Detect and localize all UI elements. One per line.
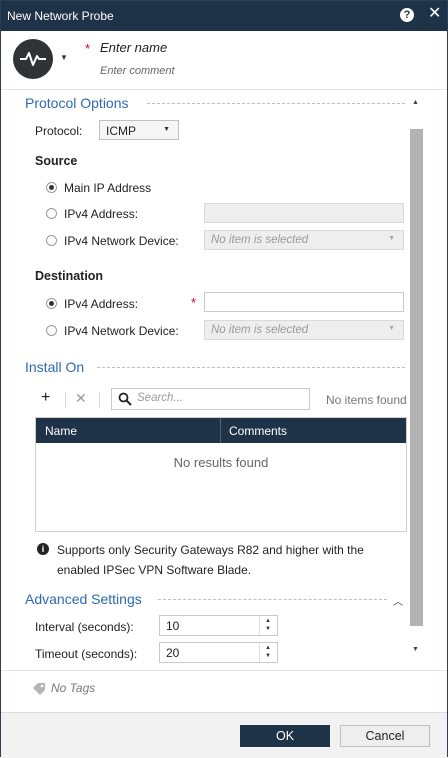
install-on-table: Name Comments No results found (35, 417, 407, 532)
source-device-placeholder: No item is selected (211, 234, 309, 246)
chevron-down-icon: ▼ (163, 126, 170, 133)
table-header: Name Comments (36, 418, 406, 443)
section-divider (147, 103, 405, 104)
destination-network-device-select[interactable]: No item is selected ▼ (204, 320, 404, 340)
search-placeholder: Search... (137, 392, 184, 404)
scroll-content: Protocol Options Protocol: ICMP ▼ Source… (1, 90, 447, 670)
destination-device-placeholder: No item is selected (211, 324, 309, 336)
column-header-name[interactable]: Name (45, 424, 77, 438)
source-ipv4-address-radio[interactable] (46, 208, 57, 219)
destination-ipv4-address-radio[interactable] (46, 298, 57, 309)
tags-text: No Tags (51, 681, 96, 695)
toolbar-separator (65, 392, 66, 408)
required-mark: * (191, 295, 197, 310)
cancel-button[interactable]: Cancel (340, 725, 430, 747)
toolbar-separator (99, 392, 100, 408)
caret-down-icon[interactable]: ▼ (265, 653, 271, 659)
destination-network-device-label: IPv4 Network Device: (64, 324, 179, 338)
source-network-device-label: IPv4 Network Device: (64, 234, 179, 248)
caret-up-icon[interactable]: ▲ (265, 618, 271, 624)
protocol-label: Protocol: (35, 124, 83, 138)
interval-label: Interval (seconds): (35, 620, 134, 634)
source-title: Source (35, 154, 78, 168)
timeout-value: 20 (166, 646, 180, 660)
plus-icon[interactable]: + (41, 389, 50, 407)
network-probe-icon[interactable] (13, 39, 53, 79)
protocol-value: ICMP (106, 124, 136, 138)
section-title-advanced-settings[interactable]: Advanced Settings (25, 591, 142, 607)
comment-field[interactable]: Enter comment (100, 65, 175, 77)
object-header: ▼ * Enter name Enter comment (1, 31, 447, 89)
items-status: No items found (326, 393, 407, 407)
source-ipv4-address-label: IPv4 Address: (64, 207, 139, 221)
source-network-device-radio[interactable] (46, 235, 57, 246)
vertical-scrollbar[interactable]: ▲ ▼ (410, 93, 423, 666)
destination-title: Destination (35, 269, 104, 283)
interval-stepper[interactable]: 10 ▲ ▼ (159, 615, 278, 636)
search-input[interactable]: Search... (111, 388, 310, 410)
section-divider (158, 599, 387, 600)
search-icon (118, 392, 132, 406)
interval-stepper-arrows[interactable]: ▲ ▼ (259, 616, 277, 635)
source-main-ip-label: Main IP Address (64, 181, 152, 195)
tags-area[interactable]: No Tags (1, 670, 447, 710)
chevron-down-icon: ▼ (388, 235, 395, 242)
destination-ipv4-address-label: IPv4 Address: (64, 297, 139, 311)
source-ipv4-address-field[interactable] (204, 203, 404, 223)
x-icon[interactable]: ✕ (75, 390, 87, 407)
empty-table-message: No results found (173, 455, 269, 470)
window-title: New Network Probe (7, 9, 114, 23)
name-field[interactable]: Enter name (100, 40, 167, 55)
info-message: Supports only Security Gateways R82 and … (57, 543, 364, 577)
interval-value: 10 (166, 619, 180, 633)
question-icon[interactable]: ? (400, 8, 414, 22)
chevron-down-icon: ▼ (388, 325, 395, 332)
required-mark: * (85, 41, 91, 56)
scrollbar-thumb[interactable] (410, 129, 423, 626)
close-icon[interactable]: ✕ (428, 6, 441, 22)
source-main-ip-radio[interactable] (46, 182, 57, 193)
info-icon: i (37, 543, 49, 555)
destination-ipv4-address-field[interactable] (204, 292, 404, 312)
destination-network-device-radio[interactable] (46, 325, 57, 336)
column-header-comments[interactable]: Comments (229, 424, 287, 438)
new-network-probe-window: New Network Probe ? ✕ ▼ * Enter name Ent… (0, 0, 448, 758)
chevron-up-icon[interactable]: ︿ (393, 593, 403, 608)
column-separator[interactable] (220, 418, 221, 443)
scroll-up-icon[interactable]: ▲ (412, 99, 419, 106)
section-divider (97, 367, 405, 368)
dialog-footer: OK Cancel (1, 712, 447, 758)
chevron-down-icon[interactable]: ▼ (60, 53, 68, 62)
protocol-select[interactable]: ICMP ▼ (99, 120, 179, 140)
tag-icon (33, 683, 45, 695)
ok-button[interactable]: OK (240, 725, 330, 747)
scroll-down-icon[interactable]: ▼ (412, 646, 419, 653)
timeout-stepper[interactable]: 20 ▲ ▼ (159, 642, 278, 663)
source-network-device-select[interactable]: No item is selected ▼ (204, 230, 404, 250)
caret-down-icon[interactable]: ▼ (265, 626, 271, 632)
section-title-install-on[interactable]: Install On (25, 359, 84, 375)
timeout-stepper-arrows[interactable]: ▲ ▼ (259, 643, 277, 662)
caret-up-icon[interactable]: ▲ (265, 645, 271, 651)
timeout-label: Timeout (seconds): (35, 647, 138, 661)
section-title-protocol-options[interactable]: Protocol Options (25, 95, 129, 111)
title-bar: New Network Probe ? ✕ (1, 1, 447, 31)
